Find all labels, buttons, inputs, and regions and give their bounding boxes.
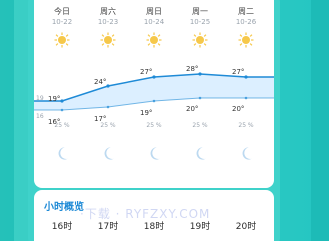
date-label: 10-23 — [97, 18, 119, 26]
hourly-overview-title: 小时概览 — [44, 202, 84, 213]
axis-left-top: 19 — [36, 95, 44, 102]
date-label: 10-26 — [235, 18, 257, 26]
sun-icon — [192, 32, 208, 48]
sun-icon — [238, 32, 254, 48]
day-weather-icons — [34, 32, 274, 52]
precip-label: 25 % — [146, 122, 162, 129]
hour-label: 16时 — [51, 222, 73, 232]
phone-left-edge — [0, 0, 14, 241]
forecast-dates-row: 10-22 10-23 10-24 10-25 10-26 — [34, 18, 274, 26]
low-temp-point — [152, 99, 156, 103]
precip-label: 25 % — [238, 122, 254, 129]
moon-icon — [58, 147, 68, 160]
high-temp-point — [60, 99, 64, 103]
day-label: 今日 — [54, 7, 70, 16]
hour-label: 20时 — [235, 222, 257, 232]
high-temp-point — [152, 75, 156, 79]
high-temp-label: 28° — [186, 65, 199, 73]
moon-icon — [196, 147, 206, 160]
forecast-days-row: 今日 周六 周日 周一 周二 — [34, 6, 274, 17]
moon-icon — [104, 147, 114, 160]
precipitation-row: 25 % 25 % 25 % 25 % 25 % — [34, 122, 274, 129]
phone-right-edge — [311, 0, 329, 241]
low-temp-point — [106, 105, 110, 109]
high-temp-label: 24° — [94, 78, 107, 86]
sun-icon — [54, 32, 70, 48]
sun-icon — [146, 32, 162, 48]
axis-left-bottom: 16 — [36, 113, 44, 120]
low-temp-point — [60, 108, 64, 112]
precip-label: 25 % — [100, 122, 116, 129]
moon-icon — [242, 147, 252, 160]
high-temp-point — [244, 75, 248, 79]
day-label: 周六 — [100, 7, 116, 16]
high-temp-label: 27° — [140, 68, 153, 76]
forecast-card: 今日 周六 周日 周一 周二 10-22 10-23 10-24 10-25 1… — [34, 0, 274, 188]
day-label: 周二 — [238, 7, 254, 16]
watermark: ·下载 · RYFZXY.COM — [80, 207, 211, 221]
date-label: 10-24 — [143, 18, 165, 26]
date-label: 10-22 — [51, 18, 73, 26]
high-temp-point — [198, 72, 202, 76]
low-temp-point — [244, 96, 248, 100]
day-label: 周日 — [146, 7, 162, 16]
day-label: 周一 — [192, 7, 208, 16]
precip-label: 25 % — [54, 122, 70, 129]
low-temp-label: 19° — [140, 109, 153, 117]
sun-icon — [100, 32, 116, 48]
night-weather-icons — [34, 145, 274, 165]
moon-icon — [150, 147, 160, 160]
date-label: 10-25 — [189, 18, 211, 26]
high-temp-label: 19° — [48, 95, 61, 103]
precip-label: 25 % — [192, 122, 208, 129]
low-temp-label: 20° — [186, 105, 199, 113]
low-temp-label: 20° — [232, 105, 245, 113]
high-temp-label: 27° — [232, 68, 245, 76]
low-temp-point — [198, 96, 202, 100]
high-temp-point — [106, 84, 110, 88]
